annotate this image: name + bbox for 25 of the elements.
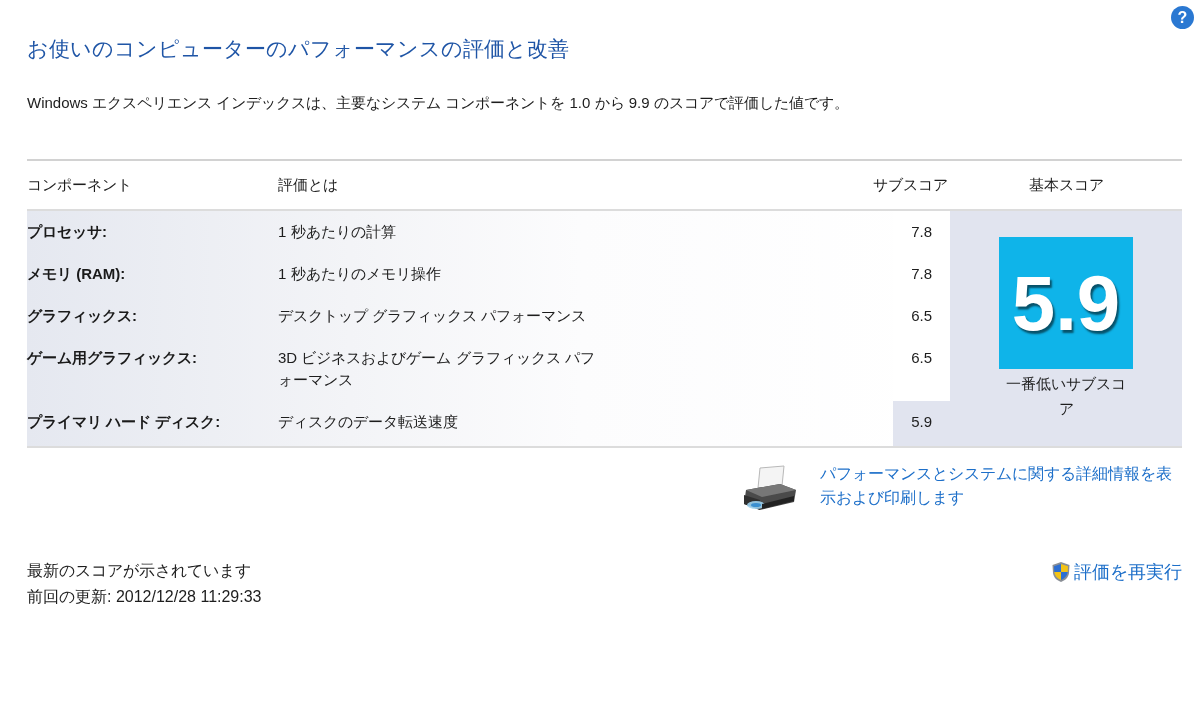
last-update-text: 前回の更新: 2012/12/28 11:29:33 bbox=[27, 587, 262, 607]
component-label: グラフィックス: bbox=[27, 306, 138, 326]
component-label: プロセッサ: bbox=[27, 222, 108, 242]
rerun-assessment-link[interactable]: 評価を再実行 bbox=[1051, 559, 1182, 585]
rating-description: 1 秒あたりのメモリ操作 bbox=[278, 264, 441, 284]
shield-icon bbox=[1051, 561, 1071, 583]
component-label: プライマリ ハード ディスク: bbox=[27, 412, 222, 432]
rating-description: 3D ビジネスおよびゲーム グラフィックス パフォーマンス bbox=[278, 348, 596, 390]
rating-description: ディスクのデータ転送速度 bbox=[278, 412, 458, 432]
status-message: 最新のスコアが示されています bbox=[27, 561, 252, 581]
component-label: メモリ (RAM): bbox=[27, 264, 127, 284]
subscore-value: 5.9 bbox=[893, 401, 950, 446]
column-header: 評価とは bbox=[278, 175, 339, 195]
column-header: コンポーネント bbox=[27, 175, 133, 195]
component-label: ゲーム用グラフィックス: bbox=[27, 348, 198, 368]
page-title: お使いのコンピューターのパフォーマンスの評価と改善 bbox=[27, 36, 570, 62]
base-score-tile: 5.9 bbox=[999, 237, 1133, 369]
column-header: サブスコア bbox=[872, 175, 948, 195]
lowest-subscore-caption: 一番低いサブスコア bbox=[1005, 374, 1127, 419]
rating-description: 1 秒あたりの計算 bbox=[278, 222, 396, 242]
description-text: Windows エクスペリエンス インデックスは、主要なシステム コンポーネントを 1.0 から 9.9 のスコアで評価した値です。 bbox=[27, 93, 850, 113]
details-print-link[interactable]: パフォーマンスとシステムに関する詳細情報を表示および印刷します bbox=[820, 462, 1182, 510]
rating-description: デスクトップ グラフィックス パフォーマンス bbox=[278, 306, 587, 326]
column-header: 基本スコア bbox=[1028, 175, 1104, 195]
help-button[interactable]: ? bbox=[1171, 6, 1194, 29]
